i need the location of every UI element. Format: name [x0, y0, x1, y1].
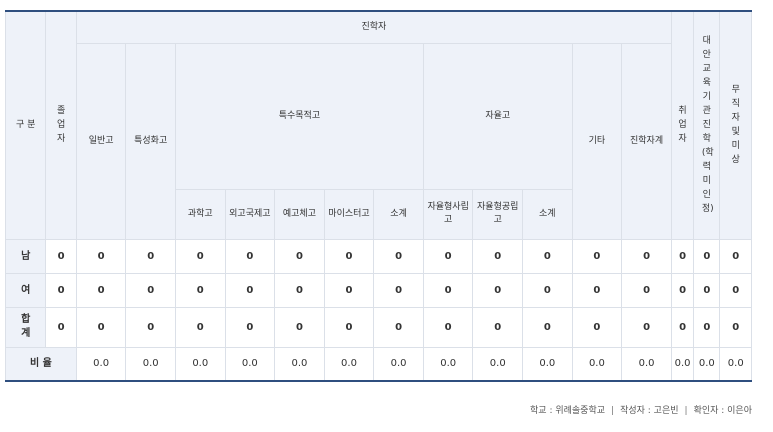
- table-row-male: 남 0 0 0 0 0 0 0 0 0 0 0 0 0 0 0 0: [4, 238, 752, 274]
- table-cell: 0: [174, 238, 226, 274]
- advancement-statistics-table: 구 분 졸업자 진학자 취업자 대안교육기관진학(학력미인정) 무직자및미상 일…: [4, 10, 752, 382]
- table-cell: 0: [323, 238, 375, 274]
- table-cell: 0: [274, 306, 325, 348]
- table-cell: 0: [522, 272, 573, 308]
- header-autonomous-public: 자율형공립고: [472, 188, 524, 240]
- header-alt-education: 대안교육기관진학(학력미인정): [693, 10, 721, 240]
- statistics-table-container: 구 분 졸업자 진학자 취업자 대안교육기관진학(학력미인정) 무직자및미상 일…: [4, 10, 752, 382]
- table-cell: 0: [571, 272, 623, 308]
- row-label: 남: [4, 238, 47, 274]
- row-label: 여: [4, 272, 47, 308]
- table-cell: 0: [571, 306, 623, 348]
- table-cell: 0: [75, 306, 127, 348]
- table-cell: 0.0: [719, 346, 752, 382]
- table-cell: 0: [373, 306, 424, 348]
- table-cell: 0: [323, 306, 375, 348]
- table-cell: 0: [422, 238, 474, 274]
- table-cell: 0: [323, 272, 375, 308]
- table-cell: 0: [693, 272, 721, 308]
- table-cell: 0.0: [422, 346, 474, 382]
- table-cell: 0: [422, 272, 474, 308]
- table-cell: 0: [45, 306, 77, 348]
- table-cell: 0: [693, 238, 721, 274]
- table-cell: 0: [45, 238, 77, 274]
- table-cell: 0: [174, 306, 226, 348]
- table-cell: 0: [621, 238, 672, 274]
- header-unemployed: 무직자및미상: [719, 10, 752, 240]
- header-graduates: 졸업자: [45, 10, 77, 240]
- table-cell: 0.0: [75, 346, 127, 382]
- table-cell: 0: [670, 306, 695, 348]
- table-cell: 0: [373, 272, 424, 308]
- table-cell: 0.0: [274, 346, 325, 382]
- footer-checker: 확인자 : 이은아: [693, 406, 752, 416]
- header-meister-high: 마이스터고: [323, 188, 375, 240]
- table-cell: 0: [472, 272, 524, 308]
- table-cell: 0: [472, 306, 524, 348]
- table-cell: 0: [670, 238, 695, 274]
- table-cell: 0: [224, 272, 276, 308]
- table-cell: 0: [719, 272, 752, 308]
- footer-school: 학교 : 위례솔중학교: [530, 406, 606, 416]
- table-row-ratio: 비 율 0.0 0.0 0.0 0.0 0.0 0.0 0.0 0.0 0.0 …: [5, 346, 752, 382]
- table-cell: 0.0: [670, 346, 695, 382]
- header-arts-sports-high: 예고체고: [274, 188, 325, 240]
- header-autonomous-private: 자율형사립고: [422, 188, 474, 240]
- table-cell: 0: [75, 272, 127, 308]
- table-cell: 0: [621, 272, 672, 308]
- table-cell: 0: [274, 272, 325, 308]
- footer-info: 학교 : 위례솔중학교 | 작성자 : 고은빈 | 확인자 : 이은아: [530, 403, 752, 416]
- header-science-high: 과학고: [174, 188, 226, 240]
- header-foreign-language-high: 외고국제고: [224, 188, 276, 240]
- table-cell: 0: [274, 238, 325, 274]
- footer-separator: |: [684, 406, 688, 416]
- table-cell: 0.0: [323, 346, 375, 382]
- table-cell: 0: [719, 238, 752, 274]
- table-cell: 0: [224, 306, 276, 348]
- header-other: 기타: [571, 42, 623, 240]
- table-cell: 0: [75, 238, 127, 274]
- header-employed: 취업자: [670, 10, 695, 240]
- ratio-label: 비 율: [5, 346, 77, 382]
- table-row-total: 합계 0 0 0 0 0 0 0 0 0 0 0 0 0 0 0 0: [4, 306, 752, 348]
- footer-author: 작성자 : 고은빈: [620, 406, 679, 416]
- table-cell: 0.0: [373, 346, 424, 382]
- table-cell: 0: [522, 306, 573, 348]
- table-cell: 0: [719, 306, 752, 348]
- table-cell: 0.0: [571, 346, 623, 382]
- table-cell: 0: [472, 238, 524, 274]
- footer-separator: |: [611, 406, 615, 416]
- table-cell: 0: [621, 306, 672, 348]
- table-cell: 0: [373, 238, 424, 274]
- table-cell: 0: [174, 272, 226, 308]
- table-cell: 0: [693, 306, 721, 348]
- table-cell: 0.0: [693, 346, 721, 382]
- table-cell: 0: [45, 272, 77, 308]
- table-cell: 0.0: [472, 346, 524, 382]
- table-cell: 0.0: [522, 346, 573, 382]
- table-cell: 0.0: [224, 346, 276, 382]
- header-subtotal-autonomous: 소계: [522, 188, 573, 240]
- table-cell: 0: [224, 238, 276, 274]
- table-row-female: 여 0 0 0 0 0 0 0 0 0 0 0 0 0 0 0 0: [4, 272, 752, 308]
- row-label: 합계: [4, 306, 47, 348]
- table-cell: 0: [571, 238, 623, 274]
- table-cell: 0: [125, 272, 176, 308]
- header-advancement-total: 진학자계: [621, 42, 672, 240]
- table-cell: 0: [125, 238, 176, 274]
- header-category: 구 분: [4, 10, 47, 240]
- header-subtotal-special: 소계: [373, 188, 424, 240]
- table-cell: 0.0: [174, 346, 226, 382]
- table-cell: 0: [670, 272, 695, 308]
- table-cell: 0.0: [125, 346, 176, 382]
- header-advancement: 진학자: [75, 10, 672, 44]
- table-cell: 0: [422, 306, 474, 348]
- header-general-high: 일반고: [75, 42, 127, 240]
- header-autonomous-high: 자율고: [422, 42, 573, 190]
- table-cell: 0: [522, 238, 573, 274]
- table-cell: 0.0: [621, 346, 672, 382]
- header-specialized-high: 특성화고: [125, 42, 176, 240]
- table-cell: 0: [125, 306, 176, 348]
- header-special-purpose-high: 특수목적고: [174, 42, 424, 190]
